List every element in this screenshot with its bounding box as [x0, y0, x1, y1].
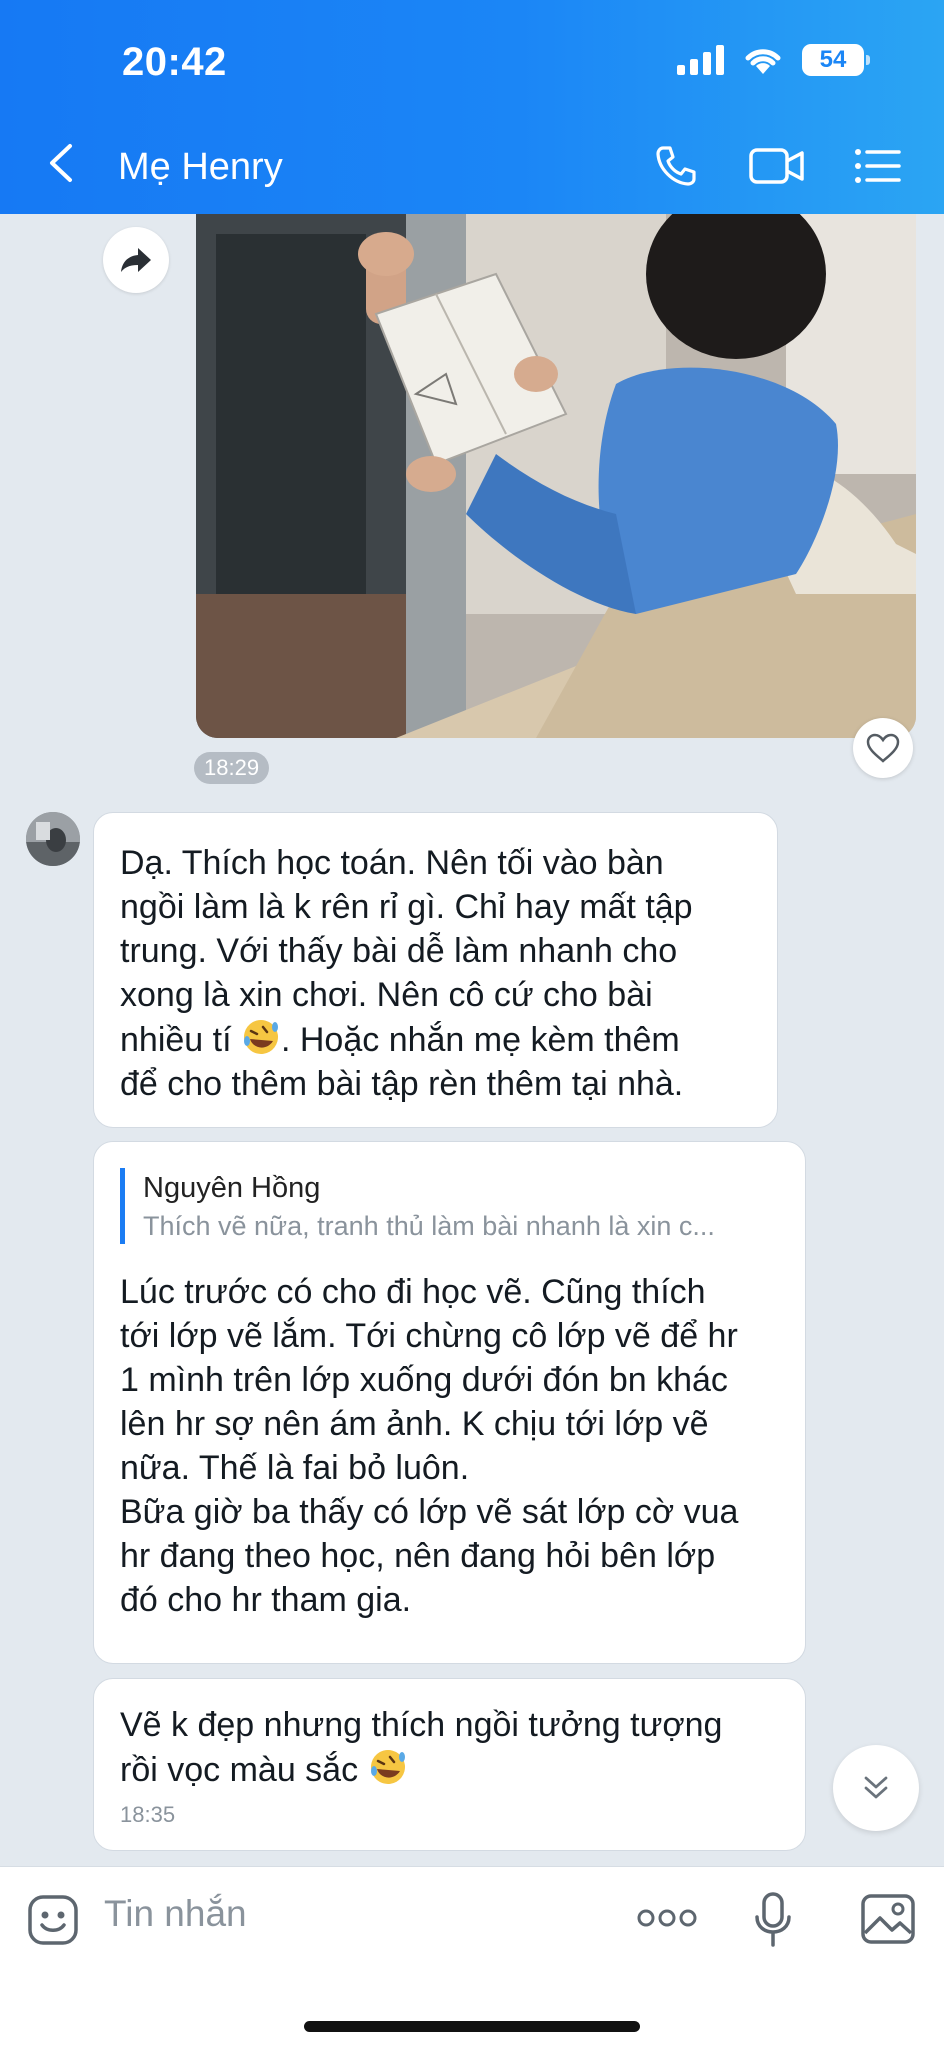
reply-quote[interactable]: Nguyên Hồng Thích vẽ nữa, tranh thủ làm … [120, 1168, 781, 1244]
photo-timestamp: 18:29 [194, 752, 270, 784]
chevron-left-icon[interactable] [40, 140, 86, 186]
rofl-emoji-icon [370, 1750, 405, 1784]
message-input-bar: Tin nhắn [0, 1866, 944, 2049]
quote-text: Thích vẽ nữa, tranh thủ làm bài nhanh là… [143, 1211, 715, 1241]
message-bubble[interactable]: Vẽ k đẹp nhưng thích ngồi tưởng tượng rồ… [93, 1678, 806, 1851]
forward-arrow-icon [121, 248, 151, 272]
chat-title[interactable]: Mẹ Henry [118, 146, 283, 189]
video-camera-icon [749, 148, 804, 184]
home-indicator [304, 2021, 640, 2032]
message-text: để cho thêm bài tập rèn thêm tại nhà. [120, 1065, 684, 1103]
smiley-icon[interactable] [26, 1893, 80, 1947]
message-bubble[interactable]: Dạ. Thích học toán. Nên tối vào bàn ngồi… [93, 812, 778, 1128]
avatar-image [26, 812, 80, 866]
message-text: nhiều tí [120, 1021, 241, 1059]
photo-message[interactable] [196, 214, 916, 738]
more-dots-icon[interactable] [636, 1907, 698, 1929]
list-menu-icon [855, 149, 901, 183]
scroll-to-bottom-button[interactable] [833, 1745, 919, 1831]
video-call-button[interactable] [746, 138, 808, 194]
signal-icon [677, 45, 724, 75]
phone-icon [656, 146, 696, 186]
quote-author: Nguyên Hồng [143, 1172, 321, 1204]
chat-header: 20:42 54 Mẹ Henry [0, 0, 944, 214]
double-chevron-down-icon [864, 1776, 888, 1799]
message-text: Vẽ k đẹp nhưng thích ngồi tưởng tượng [120, 1706, 723, 1744]
message-text: Dạ. Thích học toán. Nên tối vào bàn ngồi… [120, 844, 693, 1014]
status-icons: 54 [677, 44, 870, 76]
heart-icon [866, 733, 900, 763]
menu-button[interactable] [852, 138, 902, 194]
image-icon[interactable] [860, 1893, 916, 1945]
share-button[interactable] [103, 227, 169, 293]
message-timestamp: 18:35 [120, 1802, 176, 1827]
message-input[interactable]: Tin nhắn [104, 1889, 247, 1939]
rofl-emoji-icon [243, 1020, 278, 1054]
message-text: Lúc trước có cho đi học vẽ. Cũng thích t… [120, 1273, 739, 1619]
message-text: rồi vọc màu sắc [120, 1751, 368, 1789]
microphone-icon[interactable] [752, 1891, 794, 1949]
message-text: . Hoặc nhắn mẹ kèm thêm [280, 1021, 680, 1059]
photo-image [196, 214, 916, 738]
message-bubble[interactable]: Nguyên Hồng Thích vẽ nữa, tranh thủ làm … [93, 1141, 806, 1664]
battery-indicator: 54 [802, 44, 870, 76]
wifi-icon [745, 49, 781, 74]
react-button[interactable] [853, 718, 913, 778]
status-time: 20:42 [122, 40, 227, 84]
avatar[interactable] [26, 812, 80, 866]
call-button[interactable] [648, 138, 704, 194]
